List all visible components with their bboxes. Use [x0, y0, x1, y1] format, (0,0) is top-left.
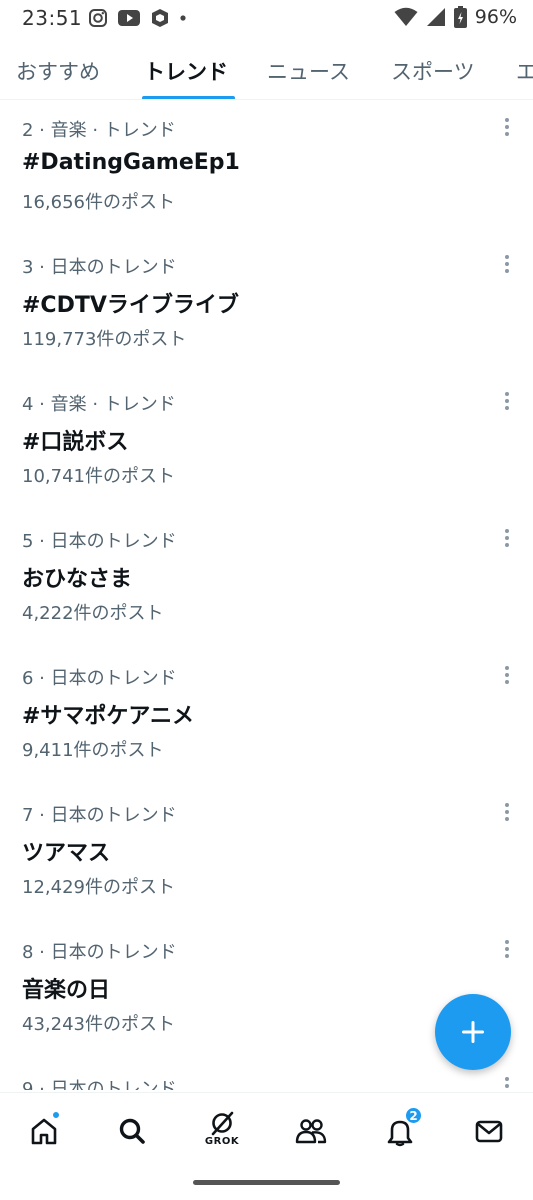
nav-notifications[interactable]: 2	[378, 1106, 423, 1153]
tab-sports[interactable]: スポーツ	[391, 56, 475, 86]
trend-item[interactable]: 4 · 音楽 · トレンド #口説ボス 10,741件のポスト	[0, 374, 533, 511]
more-options-icon[interactable]	[503, 529, 511, 549]
trend-name: おひなさま	[22, 567, 133, 592]
trend-name: #口説ボス	[22, 430, 129, 455]
trend-post-count: 43,243件のポスト	[22, 1014, 175, 1035]
nav-communities[interactable]	[289, 1109, 333, 1153]
trend-post-count: 4,222件のポスト	[22, 603, 164, 624]
wifi-icon	[394, 7, 418, 26]
home-icon	[31, 1118, 57, 1145]
trend-name: ツアマス	[22, 841, 111, 866]
trend-meta: 5 · 日本のトレンド	[22, 531, 177, 552]
trend-item[interactable]: 3 · 日本のトレンド #CDTVライブライブ 119,773件のポスト	[0, 237, 533, 374]
grok-icon	[211, 1111, 234, 1136]
plus-icon	[462, 1021, 484, 1043]
grok-label: GROK	[204, 1136, 240, 1147]
more-options-icon[interactable]	[503, 118, 511, 138]
trend-name: #CDTVライブライブ	[22, 293, 239, 318]
search-icon	[119, 1118, 145, 1144]
more-options-icon[interactable]	[503, 255, 511, 275]
communities-icon	[295, 1119, 327, 1144]
app-icon	[152, 9, 168, 27]
nav-messages[interactable]	[467, 1109, 511, 1153]
trend-meta: 7 · 日本のトレンド	[22, 805, 177, 826]
trend-post-count: 119,773件のポスト	[22, 329, 187, 350]
trend-post-count: 16,656件のポスト	[22, 192, 175, 213]
trend-post-count: 12,429件のポスト	[22, 877, 175, 898]
dot-icon	[180, 15, 186, 21]
tab-news[interactable]: ニュース	[267, 56, 350, 86]
more-options-icon[interactable]	[503, 392, 511, 412]
battery-percent: 96%	[474, 6, 517, 28]
signal-icon	[426, 8, 445, 26]
tab-for-you[interactable]: おすすめ	[16, 56, 100, 86]
trend-item[interactable]: 2 · 音楽 · トレンド #DatingGameEp1 16,656件のポスト	[0, 100, 533, 237]
bottom-navigation: GROK 2	[0, 1092, 533, 1168]
nav-home[interactable]	[22, 1109, 66, 1153]
home-unread-dot	[52, 1111, 60, 1119]
gesture-navigation-bar[interactable]	[193, 1180, 340, 1185]
trend-name: #サマポケアニメ	[22, 704, 194, 729]
instagram-icon	[89, 9, 107, 27]
status-time: 23:51	[22, 6, 83, 30]
status-notification-icons	[88, 8, 187, 28]
trend-item[interactable]: 6 · 日本のトレンド #サマポケアニメ 9,411件のポスト	[0, 648, 533, 785]
trend-meta: 6 · 日本のトレンド	[22, 668, 177, 689]
compose-post-button[interactable]	[435, 994, 511, 1070]
trend-meta: 3 · 日本のトレンド	[22, 257, 177, 278]
trend-meta: 2 · 音楽 · トレンド	[22, 120, 176, 141]
nav-search[interactable]	[110, 1109, 154, 1153]
status-system-icons: 96%	[394, 6, 517, 28]
youtube-icon	[118, 10, 140, 26]
more-options-icon[interactable]	[503, 803, 511, 823]
trend-item[interactable]: 7 · 日本のトレンド ツアマス 12,429件のポスト	[0, 785, 533, 922]
trend-item[interactable]: 5 · 日本のトレンド おひなさま 4,222件のポスト	[0, 511, 533, 648]
trend-name: #DatingGameEp1	[22, 150, 240, 175]
trend-post-count: 10,741件のポスト	[22, 466, 175, 487]
trend-meta: 8 · 日本のトレンド	[22, 942, 177, 963]
battery-icon	[453, 6, 467, 28]
tab-trending[interactable]: トレンド	[144, 56, 228, 86]
tab-entertainment[interactable]: エ	[516, 56, 533, 86]
explore-tabs: おすすめ トレンド ニュース スポーツ エ	[0, 40, 533, 100]
trend-list: 2 · 音楽 · トレンド #DatingGameEp1 16,656件のポスト…	[0, 100, 533, 1090]
messages-icon	[475, 1120, 503, 1143]
trend-name: 音楽の日	[22, 978, 111, 1003]
status-bar: 23:51 96%	[0, 0, 533, 38]
more-options-icon[interactable]	[503, 940, 511, 960]
trend-meta: 9 · 日本のトレンド	[22, 1079, 177, 1090]
more-options-icon[interactable]	[503, 666, 511, 686]
trend-post-count: 9,411件のポスト	[22, 740, 164, 761]
nav-grok[interactable]: GROK	[200, 1109, 244, 1153]
notification-count-badge: 2	[404, 1106, 423, 1125]
more-options-icon[interactable]	[503, 1077, 511, 1090]
trend-meta: 4 · 音楽 · トレンド	[22, 394, 176, 415]
